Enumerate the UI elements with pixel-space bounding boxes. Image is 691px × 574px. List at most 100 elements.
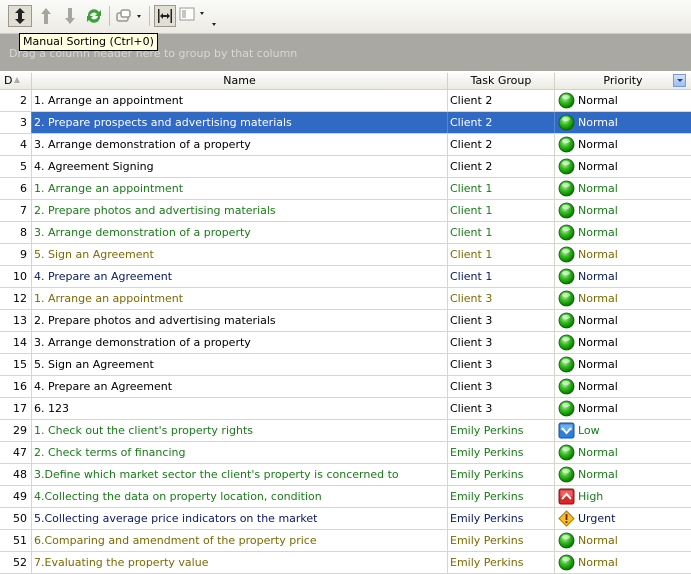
row-id-cell[interactable]: 50: [0, 508, 32, 529]
column-header-name[interactable]: Name: [32, 73, 448, 89]
row-priority-cell[interactable]: Normal: [555, 244, 691, 265]
row-id-cell[interactable]: 51: [0, 530, 32, 551]
table-row[interactable]: 12 1. Arrange an appointment Client 3 Norma…: [0, 288, 691, 310]
row-priority-cell[interactable]: Normal: [555, 530, 691, 551]
table-row[interactable]: 10 4. Prepare an Agreement Client 1 Normal: [0, 266, 691, 288]
column-filter-dropdown-icon[interactable]: [673, 74, 686, 87]
row-name-cell[interactable]: 3.Define which market sector the client'…: [32, 464, 448, 485]
row-id-cell[interactable]: 3: [0, 112, 32, 133]
row-priority-cell[interactable]: Normal: [555, 398, 691, 419]
table-row[interactable]: 29 1. Check out the client's property rig…: [0, 420, 691, 442]
row-priority-cell[interactable]: Normal: [555, 266, 691, 287]
row-task-group-cell[interactable]: Emily Perkins: [448, 442, 555, 463]
row-name-cell[interactable]: 2. Prepare prospects and advertising mat…: [32, 112, 448, 133]
row-id-cell[interactable]: 10: [0, 266, 32, 287]
row-priority-cell[interactable]: Normal: [555, 156, 691, 177]
row-priority-cell[interactable]: Normal: [555, 134, 691, 155]
table-row[interactable]: 7 2. Prepare photos and advertising mater…: [0, 200, 691, 222]
row-priority-cell[interactable]: Normal: [555, 178, 691, 199]
row-priority-cell[interactable]: Normal: [555, 552, 691, 573]
table-row[interactable]: 47 2. Check terms of financing Emily Perki…: [0, 442, 691, 464]
row-id-cell[interactable]: 2: [0, 90, 32, 111]
table-row[interactable]: 15 5. Sign an Agreement Client 3 Normal: [0, 354, 691, 376]
row-task-group-cell[interactable]: Client 1: [448, 222, 555, 243]
row-priority-cell[interactable]: Normal: [555, 354, 691, 375]
table-row[interactable]: 14 3. Arrange demonstration of a property…: [0, 332, 691, 354]
row-id-cell[interactable]: 48: [0, 464, 32, 485]
row-name-cell[interactable]: 5. Sign an Agreement: [32, 354, 448, 375]
row-task-group-cell[interactable]: Client 3: [448, 398, 555, 419]
row-id-cell[interactable]: 4: [0, 134, 32, 155]
row-task-group-cell[interactable]: Client 3: [448, 354, 555, 375]
move-up-button[interactable]: [36, 5, 56, 27]
row-name-cell[interactable]: 2. Check terms of financing: [32, 442, 448, 463]
row-id-cell[interactable]: 9: [0, 244, 32, 265]
row-name-cell[interactable]: 5. Sign an Agreement: [32, 244, 448, 265]
row-id-cell[interactable]: 7: [0, 200, 32, 221]
row-task-group-cell[interactable]: Emily Perkins: [448, 464, 555, 485]
row-name-cell[interactable]: 1. Arrange an appointment: [32, 288, 448, 309]
row-id-cell[interactable]: 49: [0, 486, 32, 507]
manual-sorting-button[interactable]: [8, 5, 32, 27]
row-task-group-cell[interactable]: Client 3: [448, 288, 555, 309]
table-row[interactable]: 48 3.Define which market sector the clien…: [0, 464, 691, 486]
row-task-group-cell[interactable]: Client 1: [448, 244, 555, 265]
row-priority-cell[interactable]: Normal: [555, 90, 691, 111]
row-id-cell[interactable]: 15: [0, 354, 32, 375]
refresh-button[interactable]: [83, 5, 105, 27]
table-row[interactable]: 50 5.Collecting average price indicators …: [0, 508, 691, 530]
row-id-cell[interactable]: 13: [0, 310, 32, 331]
row-id-cell[interactable]: 6: [0, 178, 32, 199]
row-priority-cell[interactable]: Normal: [555, 112, 691, 133]
row-task-group-cell[interactable]: Client 2: [448, 90, 555, 111]
column-header-priority[interactable]: Priority: [555, 73, 691, 89]
row-id-cell[interactable]: 12: [0, 288, 32, 309]
row-name-cell[interactable]: 1. Check out the client's property right…: [32, 420, 448, 441]
row-priority-cell[interactable]: Normal: [555, 464, 691, 485]
row-name-cell[interactable]: 3. Arrange demonstration of a property: [32, 222, 448, 243]
row-task-group-cell[interactable]: Client 2: [448, 112, 555, 133]
table-row[interactable]: 52 7.Evaluating the property value Emily P…: [0, 552, 691, 574]
row-priority-cell[interactable]: Normal: [555, 200, 691, 221]
layout-dropdown-button[interactable]: [178, 5, 218, 27]
table-row[interactable]: 9 5. Sign an Agreement Client 1 Normal: [0, 244, 691, 266]
row-task-group-cell[interactable]: Client 3: [448, 310, 555, 331]
table-row[interactable]: 4 3. Arrange demonstration of a property C…: [0, 134, 691, 156]
table-row[interactable]: 49 4.Collecting the data on property loca…: [0, 486, 691, 508]
row-name-cell[interactable]: 4.Collecting the data on property locati…: [32, 486, 448, 507]
row-id-cell[interactable]: 16: [0, 376, 32, 397]
row-priority-cell[interactable]: Low: [555, 420, 691, 441]
table-row[interactable]: 2 1. Arrange an appointment Client 2 Normal: [0, 90, 691, 112]
row-name-cell[interactable]: 6.Comparing and amendment of the propert…: [32, 530, 448, 551]
row-id-cell[interactable]: 14: [0, 332, 32, 353]
row-priority-cell[interactable]: Normal: [555, 442, 691, 463]
row-name-cell[interactable]: 1. Arrange an appointment: [32, 90, 448, 111]
row-task-group-cell[interactable]: Client 1: [448, 266, 555, 287]
row-priority-cell[interactable]: Normal: [555, 332, 691, 353]
row-priority-cell[interactable]: Normal: [555, 288, 691, 309]
row-name-cell[interactable]: 2. Prepare photos and advertising materi…: [32, 310, 448, 331]
row-id-cell[interactable]: 8: [0, 222, 32, 243]
row-id-cell[interactable]: 17: [0, 398, 32, 419]
row-name-cell[interactable]: 3. Arrange demonstration of a property: [32, 134, 448, 155]
row-task-group-cell[interactable]: Client 1: [448, 200, 555, 221]
column-header-id[interactable]: D: [0, 73, 32, 89]
row-name-cell[interactable]: 4. Prepare an Agreement: [32, 376, 448, 397]
row-id-cell[interactable]: 5: [0, 156, 32, 177]
row-name-cell[interactable]: 1. Arrange an appointment: [32, 178, 448, 199]
table-row[interactable]: 5 4. Agreement Signing Client 2 Normal: [0, 156, 691, 178]
row-name-cell[interactable]: 5.Collecting average price indicators on…: [32, 508, 448, 529]
row-task-group-cell[interactable]: Emily Perkins: [448, 552, 555, 573]
row-task-group-cell[interactable]: Emily Perkins: [448, 486, 555, 507]
table-row[interactable]: 3 2. Prepare prospects and advertising ma…: [0, 112, 691, 134]
row-task-group-cell[interactable]: Emily Perkins: [448, 508, 555, 529]
group-dropdown-button[interactable]: [114, 5, 144, 27]
move-down-button[interactable]: [60, 5, 80, 27]
row-task-group-cell[interactable]: Client 3: [448, 376, 555, 397]
row-task-group-cell[interactable]: Emily Perkins: [448, 420, 555, 441]
best-fit-button[interactable]: [154, 5, 176, 27]
row-id-cell[interactable]: 29: [0, 420, 32, 441]
row-priority-cell[interactable]: Urgent: [555, 508, 691, 529]
table-row[interactable]: 6 1. Arrange an appointment Client 1 Normal: [0, 178, 691, 200]
table-row[interactable]: 17 6. 123 Client 3 Normal: [0, 398, 691, 420]
